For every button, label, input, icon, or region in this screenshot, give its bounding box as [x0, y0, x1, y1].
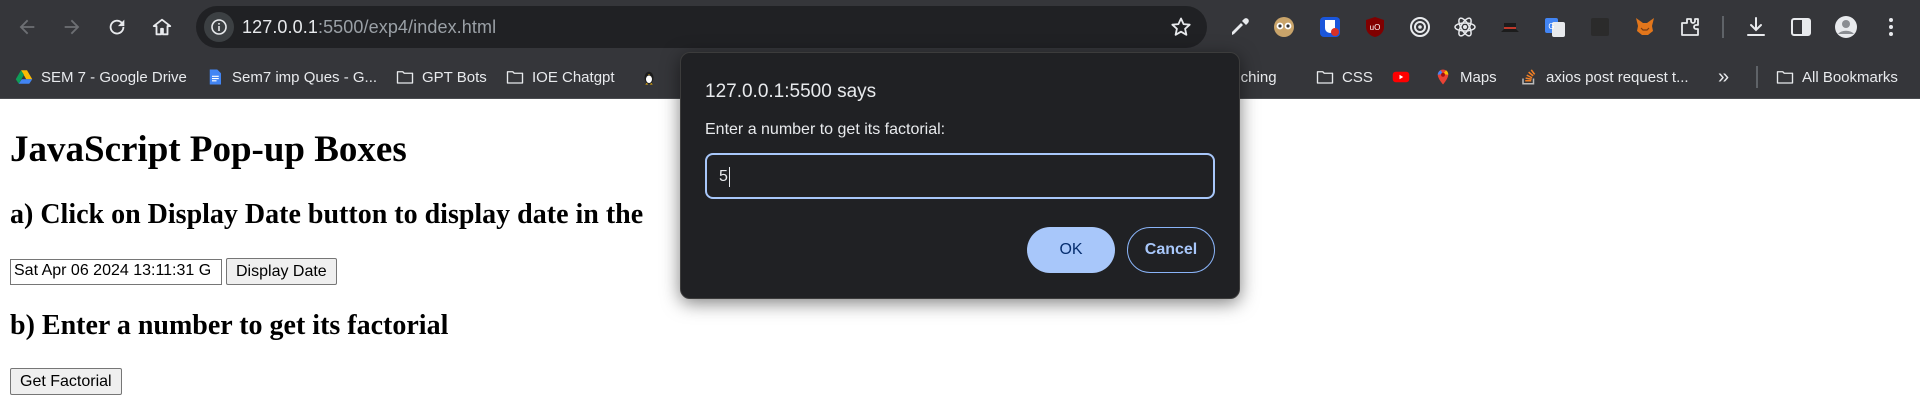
- prompt-input[interactable]: 5: [705, 153, 1215, 199]
- bookmark-label: Sem7 imp Ques - G...: [232, 68, 378, 86]
- url-host: 127.0.0.1: [242, 17, 318, 37]
- download-icon[interactable]: [1743, 14, 1769, 40]
- profile-avatar[interactable]: [1833, 14, 1859, 40]
- google-maps-icon: [1434, 68, 1452, 86]
- ok-button[interactable]: OK: [1027, 227, 1115, 273]
- reload-icon: [109, 19, 125, 35]
- youtube-icon: [1392, 68, 1410, 86]
- ublock-icon[interactable]: uO: [1362, 14, 1388, 40]
- bookmark-youtube[interactable]: [1392, 64, 1410, 90]
- google-translate-icon[interactable]: G: [1542, 14, 1568, 40]
- cancel-button[interactable]: Cancel: [1127, 227, 1215, 273]
- google-docs-icon: [206, 68, 224, 86]
- google-drive-icon: [15, 68, 33, 86]
- bookmark-label: axios post request t...: [1546, 68, 1689, 86]
- more-bookmarks-button[interactable]: »: [1718, 64, 1729, 90]
- bookmark-ioe-chatgpt[interactable]: IOE Chatgpt: [506, 64, 615, 90]
- page-title: JavaScript Pop-up Boxes: [10, 129, 407, 170]
- bookmark-star-icon[interactable]: [1169, 15, 1193, 39]
- browser-toolbar: 127.0.0.1:5500/exp4/index.html uO G: [0, 0, 1920, 55]
- forward-button[interactable]: [53, 8, 91, 46]
- back-button[interactable]: [8, 8, 46, 46]
- text-caret: [729, 167, 730, 187]
- url-text: 127.0.0.1:5500/exp4/index.html: [242, 17, 496, 38]
- bookmark-css[interactable]: CSS: [1316, 64, 1373, 90]
- address-bar[interactable]: 127.0.0.1:5500/exp4/index.html: [196, 6, 1207, 48]
- home-icon: [152, 18, 172, 36]
- url-path: :5500/exp4/index.html: [317, 17, 497, 37]
- bookmark-axios-post[interactable]: axios post request t...: [1520, 64, 1689, 90]
- bookmark-linux[interactable]: [640, 64, 658, 90]
- bookmarks-divider: [1756, 66, 1758, 88]
- stackoverflow-icon: [1520, 68, 1538, 86]
- bookmark-sem7-imp-ques[interactable]: Sem7 imp Ques - G...: [206, 64, 377, 90]
- puzzle-icon[interactable]: [1677, 14, 1703, 40]
- reload-button[interactable]: [98, 8, 136, 46]
- site-info-icon[interactable]: [204, 12, 234, 42]
- bookmark-gpt-bots[interactable]: GPT Bots: [396, 64, 487, 90]
- prompt-dialog: 127.0.0.1:5500 says Enter a number to ge…: [680, 52, 1240, 299]
- side-panel-icon[interactable]: [1788, 14, 1814, 40]
- bookmark-sem7-drive[interactable]: SEM 7 - Google Drive: [15, 64, 187, 90]
- section-a-heading: a) Click on Display Date button to displ…: [10, 199, 644, 230]
- svg-text:G: G: [1548, 22, 1554, 31]
- get-factorial-button[interactable]: Get Factorial: [10, 368, 122, 395]
- linux-penguin-icon: [640, 68, 658, 86]
- dialog-title: 127.0.0.1:5500 says: [705, 81, 877, 102]
- prompt-input-value: 5: [719, 168, 728, 185]
- dialog-message: Enter a number to get its factorial:: [705, 121, 946, 138]
- hat-icon[interactable]: [1497, 14, 1523, 40]
- bookmark-label: SEM 7 - Google Drive: [41, 68, 187, 86]
- bookmark-label: Maps: [1460, 68, 1497, 86]
- all-bookmarks-label: All Bookmarks: [1802, 68, 1898, 86]
- date-display-field[interactable]: Sat Apr 06 2024 13:11:31 G: [10, 259, 222, 285]
- metamask-fox-icon[interactable]: [1632, 14, 1658, 40]
- forward-arrow-icon: [64, 19, 80, 35]
- all-bookmarks-button[interactable]: All Bookmarks: [1776, 64, 1898, 90]
- display-date-button[interactable]: Display Date: [226, 258, 337, 285]
- bookmark-label: CSS: [1342, 68, 1373, 86]
- bookmark-label: GPT Bots: [422, 68, 487, 86]
- back-arrow-icon: [19, 19, 35, 35]
- folder-icon: [1776, 68, 1794, 86]
- more-bookmarks-label: »: [1718, 65, 1730, 88]
- folder-icon: [396, 68, 414, 86]
- folder-icon: [506, 68, 524, 86]
- folder-icon: [1316, 68, 1334, 86]
- menu-kebab-icon[interactable]: [1878, 14, 1904, 40]
- react-icon[interactable]: [1452, 14, 1478, 40]
- bookmark-label: IOE Chatgpt: [532, 68, 615, 86]
- toolbar-divider: [1722, 16, 1724, 38]
- dark-square-icon[interactable]: [1587, 14, 1613, 40]
- target-icon[interactable]: [1407, 14, 1433, 40]
- svg-text:uO: uO: [1370, 23, 1381, 32]
- owl-icon[interactable]: [1271, 14, 1297, 40]
- section-b-heading: b) Enter a number to get its factorial: [10, 310, 449, 341]
- eyedropper-icon[interactable]: [1227, 14, 1253, 40]
- bookmark-maps[interactable]: Maps: [1434, 64, 1497, 90]
- bitwarden-icon[interactable]: [1317, 14, 1343, 40]
- home-button[interactable]: [143, 8, 181, 46]
